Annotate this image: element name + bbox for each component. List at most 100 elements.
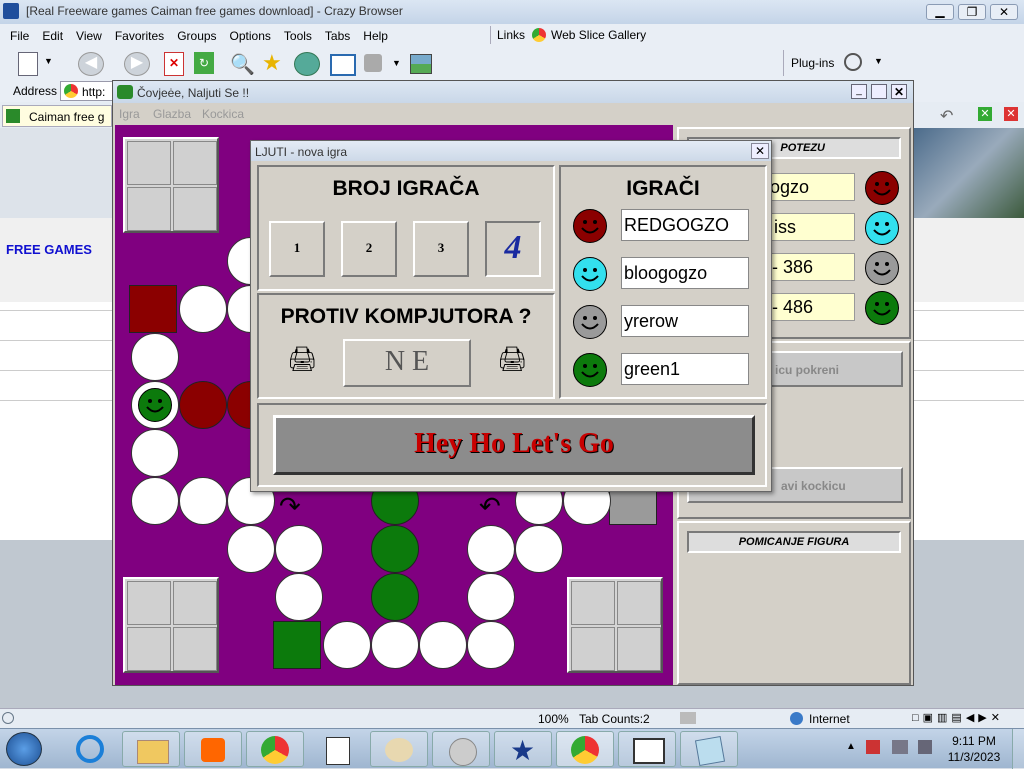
field[interactable] [371,621,419,669]
field[interactable] [275,525,323,573]
menu-edit[interactable]: Edit [42,29,63,43]
start-button-icon[interactable] [6,732,42,766]
browser-tab[interactable]: Caiman free g [2,105,112,127]
field[interactable] [179,477,227,525]
close-tab-red-icon[interactable]: ✕ [1004,107,1018,121]
menu-file[interactable]: File [10,29,29,43]
players-heading: IGRAČI [626,177,700,200]
refresh-icon[interactable]: ↻ [194,52,214,74]
count-button-3[interactable]: 3 [413,221,469,277]
field[interactable] [179,285,227,333]
field[interactable] [131,333,179,381]
players-panel: IGRAČI [559,165,767,399]
search-icon[interactable]: 🔍 [230,52,255,76]
history-icon[interactable] [294,52,320,76]
menu-options[interactable]: Options [230,29,271,43]
field[interactable] [419,621,467,669]
green-home-field[interactable] [371,573,419,621]
taskbar-volume-icon[interactable] [432,731,490,767]
count-button-4[interactable]: 4 [485,221,541,277]
green-piece[interactable] [138,388,172,422]
menu-tabs[interactable]: Tabs [325,29,350,43]
back-icon[interactable]: ◀ [78,52,104,76]
player-name-gray[interactable] [621,305,749,337]
clock-date[interactable]: 11/3/2023 [944,750,1004,764]
taskbar-chrome-active-icon[interactable] [556,731,614,767]
stop-icon[interactable]: ✕ [164,52,184,76]
player-name-cyan[interactable] [621,257,749,289]
field[interactable] [131,477,179,525]
plugins-label[interactable]: Plug-ins [791,56,834,70]
tray-arrow-icon[interactable]: ▲ [846,741,856,752]
field[interactable] [275,573,323,621]
restore-button[interactable]: ❐ [958,4,986,20]
window-layout-icons[interactable]: □▣▥▤◀▶✕ [912,711,1004,724]
show-desktop-button[interactable] [1012,729,1024,769]
web-slice-gallery-link[interactable]: Web Slice Gallery [551,28,646,42]
plugins-dropdown-icon[interactable]: ▼ [874,56,883,66]
menu-groups[interactable]: Groups [177,29,216,43]
menu-help[interactable]: Help [363,29,388,43]
player-name-red[interactable] [621,209,749,241]
vs-computer-toggle[interactable]: N E [343,339,471,387]
taskbar-game-icon[interactable] [618,731,676,767]
menu-favorites[interactable]: Favorites [115,29,164,43]
taskbar-media-icon[interactable] [184,731,242,767]
taskbar-star-icon[interactable]: ★ [494,731,552,767]
field[interactable] [323,621,371,669]
favorites-star-icon[interactable]: ★ [262,50,286,75]
game-menu-kockica[interactable]: Kockica [202,107,244,121]
player-name-green[interactable] [621,353,749,385]
clock-time[interactable]: 9:11 PM [944,734,1004,748]
picture-icon[interactable] [410,54,432,74]
menu-tools[interactable]: Tools [284,29,312,43]
menu-view[interactable]: View [76,29,102,43]
browser-logo-icon [3,3,19,19]
red-player-icon [573,209,607,243]
taskbar-note-icon[interactable] [680,731,738,767]
field[interactable] [467,525,515,573]
game-menu-igra[interactable]: Igra [119,107,140,121]
start-game-button[interactable]: Hey Ho Let's Go [273,415,755,475]
free-games-link[interactable]: FREE GAMES [6,242,92,257]
taskbar-cards-icon[interactable] [308,731,366,767]
field[interactable] [131,429,179,477]
zoom-level[interactable]: 100% [538,712,569,726]
count-button-1[interactable]: 1 [269,221,325,277]
taskbar-ie-icon[interactable] [60,731,118,767]
taskbar-paint-icon[interactable] [370,731,428,767]
plugins-gear-icon[interactable] [844,53,862,71]
new-page-icon[interactable] [18,52,38,76]
game-maximize-button[interactable] [871,84,887,99]
address-input[interactable]: http: [60,81,120,101]
links-label[interactable]: Links [497,28,525,42]
field[interactable] [467,621,515,669]
window-icon[interactable] [330,54,356,76]
game-menu-glazba[interactable]: Glazba [153,107,191,121]
field[interactable] [227,525,275,573]
green-piece-on-path[interactable] [371,525,419,573]
dropdown-icon[interactable]: ▼ [44,56,54,66]
game-minimize-button[interactable]: _ [851,84,867,99]
forward-icon[interactable]: ▶ [124,52,150,76]
player-count-heading: BROJ IGRAČA [332,177,480,200]
undo-tab-icon[interactable]: ↶ [940,106,953,126]
dialog-close-button[interactable]: ✕ [751,143,769,159]
game-title: Čovjeėe, Naljuti Se !! [137,86,250,100]
taskbar-explorer-icon[interactable] [122,731,180,767]
tray-network-icon[interactable] [892,740,908,754]
minimize-button[interactable]: ▁ [926,4,954,20]
rss-dropdown-icon[interactable]: ▼ [392,58,402,68]
red-piece[interactable] [179,381,227,429]
close-tab-green-icon[interactable]: ✕ [978,107,992,121]
rss-icon[interactable] [364,54,382,72]
printer-icon[interactable] [680,712,696,724]
count-button-2[interactable]: 2 [341,221,397,277]
field[interactable] [515,525,563,573]
tray-flag-icon[interactable] [866,740,880,754]
taskbar-chrome-icon[interactable] [246,731,304,767]
game-close-button[interactable]: ✕ [891,84,907,99]
tray-volume-icon[interactable] [918,740,932,754]
close-button[interactable]: ✕ [990,4,1018,20]
field[interactable] [467,573,515,621]
